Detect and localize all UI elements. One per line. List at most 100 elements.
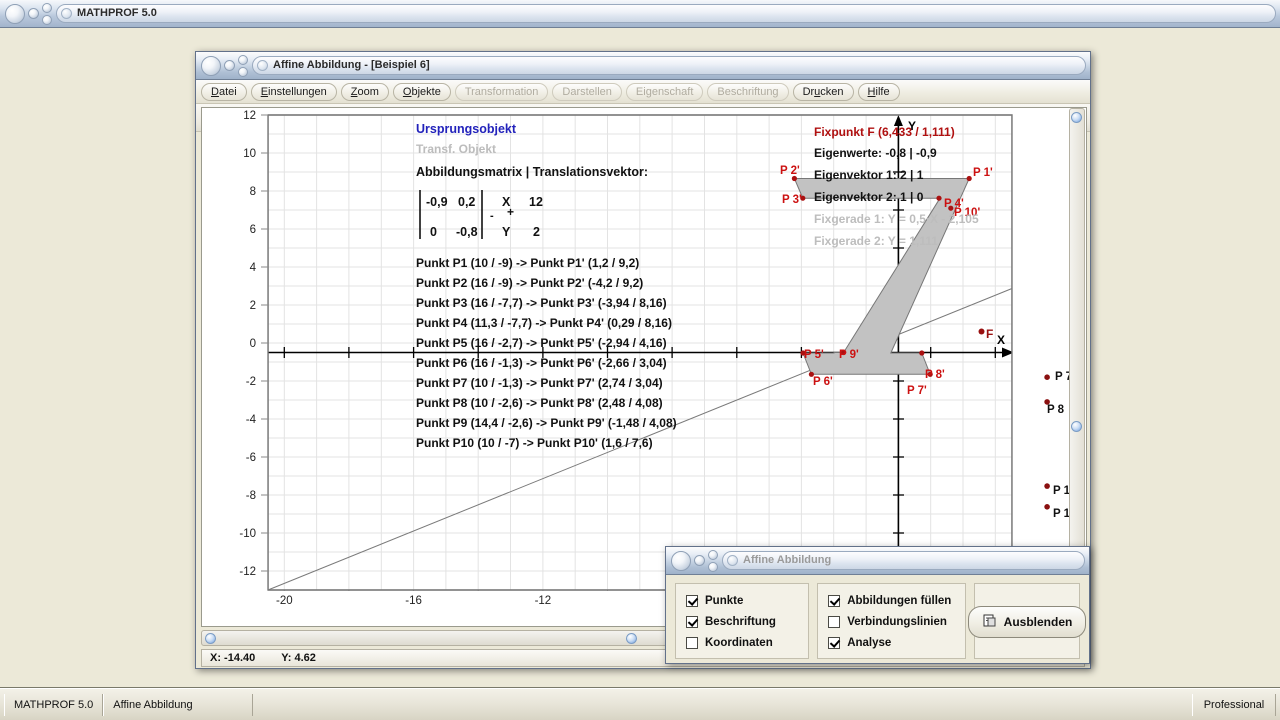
svg-text:10: 10 <box>243 148 256 160</box>
options-dialog-titlebar[interactable]: Affine Abbildung <box>666 547 1089 575</box>
svg-text:-10: -10 <box>239 528 256 540</box>
menu-zoom[interactable]: Zoom <box>340 83 389 101</box>
menu-datei[interactable]: Datei <box>201 83 247 101</box>
statusbar-edition: Professional <box>1192 693 1276 716</box>
checkbox-punkte[interactable] <box>686 594 698 607</box>
options-restore-icon[interactable] <box>708 549 718 560</box>
action-group: Ausblenden <box>967 583 1087 659</box>
svg-text:P 9': P 9' <box>839 349 859 361</box>
svg-text:6: 6 <box>250 224 256 236</box>
checkbox-analyse[interactable] <box>828 636 841 649</box>
svg-text:-2: -2 <box>246 376 256 388</box>
outer-window-controls[interactable] <box>0 2 52 25</box>
svg-text:P 2': P 2' <box>780 165 800 177</box>
svg-text:-6: -6 <box>246 452 256 464</box>
checkbox-verbindungslinien[interactable] <box>828 615 841 628</box>
display-options-group-right: Abbildungen füllen Verbindungslinien Ana… <box>817 583 966 659</box>
svg-text:P 8': P 8' <box>925 369 945 381</box>
hscroll-thumb-left[interactable] <box>205 633 216 644</box>
options-maximize-icon[interactable] <box>708 561 718 572</box>
mathprof-main-window: MATHPROF 5.0 Affine Abbildung - [Beispie… <box>0 0 1280 688</box>
analysis-fixline-1: Fixgerade 1: Y = 0,5·X - 2,105 <box>814 212 979 226</box>
svg-text:P 6': P 6' <box>813 376 833 388</box>
app-icon <box>61 7 72 19</box>
menu-objekte[interactable]: Objekte <box>392 83 451 101</box>
window-maximize-group[interactable] <box>42 2 52 25</box>
window-minimize-icon[interactable] <box>28 8 39 19</box>
point-mapping-row: Punkt P8 (10 / -2,6) -> Punkt P8' (2,48 … <box>416 396 663 410</box>
svg-text:P 8: P 8 <box>1047 404 1065 416</box>
inner-close-icon[interactable] <box>201 55 221 76</box>
ausblenden-button[interactable]: Ausblenden <box>967 605 1087 638</box>
window-restore-icon[interactable] <box>42 2 52 13</box>
menu-einstellungen[interactable]: Einstellungen <box>250 83 337 101</box>
vector-ty: 2 <box>533 225 540 239</box>
checkbox-row-analyse[interactable]: Analyse <box>828 632 955 653</box>
svg-text:-12: -12 <box>239 566 256 578</box>
checkbox-row-punkte[interactable]: Punkte <box>686 590 798 611</box>
outer-titlebar[interactable]: MATHPROF 5.0 <box>0 0 1280 28</box>
checkbox-koordinaten-label: Koordinaten <box>705 636 773 649</box>
point-mapping-row: Punkt P10 (10 / -7) -> Punkt P10' (1,6 /… <box>416 436 653 450</box>
point-mapping-row: Punkt P7 (10 / -1,3) -> Punkt P7' (2,74 … <box>416 376 663 390</box>
inner-maximize-group[interactable] <box>238 54 248 77</box>
checkbox-row-koordinaten[interactable]: Koordinaten <box>686 632 798 653</box>
display-options-group-left: Punkte Beschriftung Koordinaten <box>675 583 810 659</box>
window-maximize-icon[interactable] <box>42 14 52 25</box>
app-statusbar: MATHPROF 5.0 Affine Abbildung Profession… <box>0 688 1280 720</box>
options-title-well: Affine Abbildung <box>722 550 1085 570</box>
svg-text:0: 0 <box>250 338 256 350</box>
menu-darstellen: Darstellen <box>552 83 622 101</box>
inner-title-well: Affine Abbildung - [Beispiel 6] <box>252 55 1086 75</box>
matrix-a12: 0,2 <box>458 195 475 209</box>
checkbox-punkte-label: Punkte <box>705 594 744 607</box>
checkbox-row-beschriftung[interactable]: Beschriftung <box>686 611 798 632</box>
analysis-fixpoint: Fixpunkt F (6,433 / 1,111) <box>814 125 955 139</box>
matrix-a22: -0,8 <box>456 225 478 239</box>
options-minimize-icon[interactable] <box>694 555 705 566</box>
checkbox-analyse-label: Analyse <box>847 636 892 649</box>
menu-beschriftung: Beschriftung <box>707 83 789 101</box>
options-dialog-icon <box>727 554 738 566</box>
checkbox-abbildungen-fuellen[interactable] <box>828 594 841 607</box>
vscroll-thumb-top[interactable] <box>1071 112 1082 123</box>
options-maximize-group[interactable] <box>708 549 718 572</box>
checkbox-verbindungslinien-label: Verbindungslinien <box>847 615 947 628</box>
options-close-icon[interactable] <box>671 550 691 571</box>
point-mapping-row: Punkt P1 (10 / -9) -> Punkt P1' (1,2 / 9… <box>416 256 639 270</box>
svg-text:P 1: P 1 <box>1053 508 1071 520</box>
statusbar-app-name: MATHPROF 5.0 <box>4 693 104 716</box>
matrix-a21: 0 <box>430 225 437 239</box>
desktop-background: MATHPROF 5.0 Affine Abbildung - [Beispie… <box>0 0 1280 720</box>
inner-restore-icon[interactable] <box>238 54 248 65</box>
point-mapping-row: Punkt P9 (14,4 / -2,6) -> Punkt P9' (-1,… <box>416 416 677 430</box>
statusbar-document-name: Affine Abbildung <box>103 693 254 716</box>
checkbox-row-abbildungen-fuellen[interactable]: Abbildungen füllen <box>828 590 955 611</box>
point-mapping-row: Punkt P3 (16 / -7,7) -> Punkt P3' (-3,94… <box>416 296 667 310</box>
menu-drucken[interactable]: Dr u cken <box>792 83 854 101</box>
options-window-controls[interactable] <box>666 549 718 572</box>
outer-title-well: MATHPROF 5.0 <box>56 3 1276 23</box>
inner-titlebar[interactable]: Affine Abbildung - [Beispiel 6] <box>196 52 1090 80</box>
inner-window-title: Affine Abbildung - [Beispiel 6] <box>273 59 430 71</box>
vector-var-bottom: Y <box>502 225 511 239</box>
status-coord-x: X: -14.40 <box>210 652 256 664</box>
hscroll-thumb[interactable] <box>626 633 637 644</box>
document-icon <box>257 59 268 71</box>
menu-hilfe[interactable]: Hilfe <box>857 83 900 101</box>
vscroll-thumb[interactable] <box>1071 421 1082 432</box>
window-close-icon[interactable] <box>5 3 25 24</box>
checkbox-row-verbindungslinien[interactable]: Verbindungslinien <box>828 611 955 632</box>
svg-text:-20: -20 <box>276 595 293 607</box>
hide-window-icon <box>982 613 997 631</box>
point-mapping-row: Punkt P2 (16 / -9) -> Punkt P2' (-4,2 / … <box>416 276 643 290</box>
checkbox-abbildungen-fuellen-label: Abbildungen füllen <box>847 594 952 607</box>
inner-minimize-icon[interactable] <box>224 60 235 71</box>
checkbox-koordinaten[interactable] <box>686 636 698 649</box>
inner-maximize-icon[interactable] <box>238 66 248 77</box>
inner-window-controls[interactable] <box>196 54 248 77</box>
checkbox-beschriftung[interactable] <box>686 615 698 628</box>
svg-text:P 1': P 1' <box>973 167 993 179</box>
vector-tx: 12 <box>529 195 543 209</box>
svg-text:-4: -4 <box>246 414 257 426</box>
